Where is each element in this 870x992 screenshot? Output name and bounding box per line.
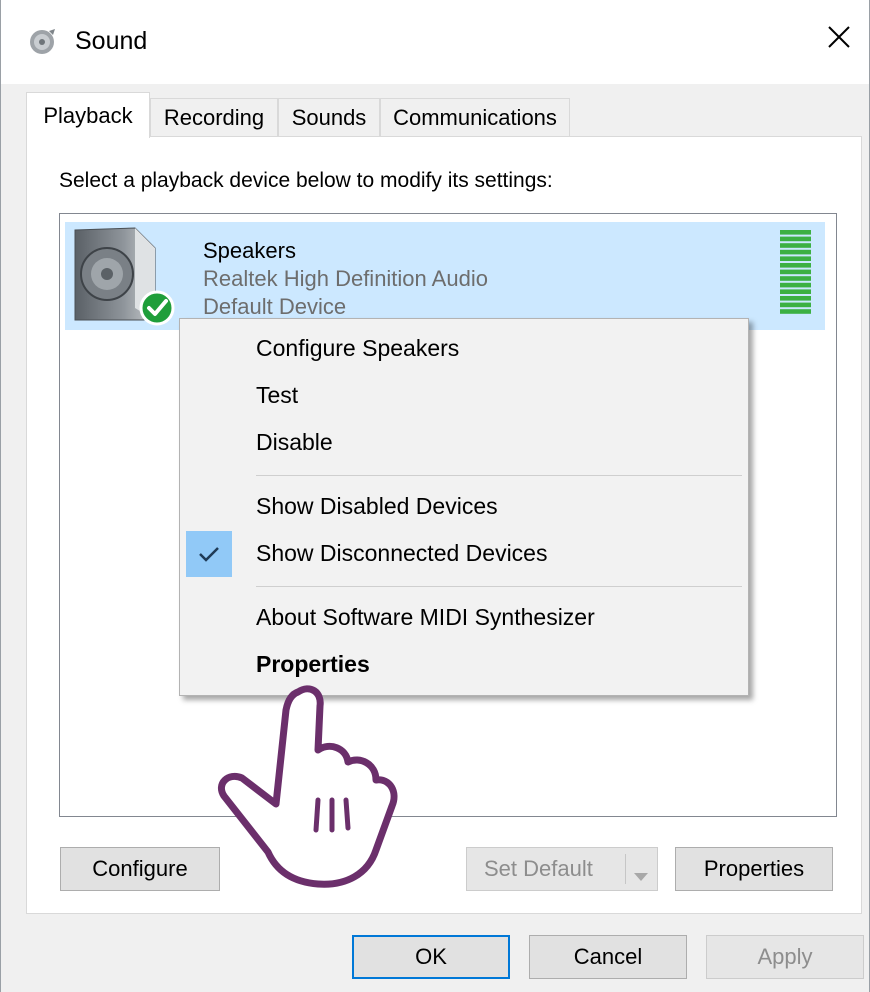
- menu-separator: [256, 475, 742, 476]
- set-default-button[interactable]: Set Default: [466, 847, 658, 891]
- instruction-text: Select a playback device below to modify…: [59, 169, 553, 192]
- configure-button[interactable]: Configure: [60, 847, 220, 891]
- menu-item-test[interactable]: Test: [256, 382, 298, 409]
- window-title: Sound: [75, 27, 148, 55]
- menu-item-properties[interactable]: Properties: [256, 651, 370, 678]
- checkmark-icon: [186, 531, 232, 577]
- meter-segment: [780, 263, 811, 268]
- speaker-icon: [69, 224, 181, 330]
- close-icon: [827, 25, 851, 54]
- context-menu: Configure Speakers Test Disable Show Dis…: [179, 318, 749, 696]
- meter-segment: [780, 282, 811, 288]
- volume-level-meter: [780, 230, 811, 314]
- menu-item-configure-speakers[interactable]: Configure Speakers: [256, 335, 459, 362]
- tab-sounds[interactable]: Sounds: [278, 98, 380, 136]
- cancel-button[interactable]: Cancel: [529, 935, 687, 979]
- title-bar: Sound: [1, 0, 869, 84]
- tab-communications[interactable]: Communications: [380, 98, 570, 136]
- close-button[interactable]: [809, 10, 869, 68]
- device-status: Default Device: [203, 294, 347, 319]
- speaker-sound-icon: [27, 27, 57, 57]
- meter-segment: [780, 249, 811, 255]
- device-row-speakers[interactable]: Speakers Realtek High Definition Audio D…: [65, 222, 825, 330]
- meter-segment: [780, 296, 811, 301]
- set-default-label: Set Default: [484, 856, 593, 881]
- apply-button[interactable]: Apply: [706, 935, 864, 979]
- menu-item-about-midi-synthesizer[interactable]: About Software MIDI Synthesizer: [256, 604, 595, 631]
- meter-segment: [780, 230, 811, 235]
- meter-segment: [780, 309, 811, 314]
- sound-dialog: Sound Playback Recording Sounds Communic…: [0, 0, 870, 992]
- properties-button[interactable]: Properties: [675, 847, 833, 891]
- device-driver: Realtek High Definition Audio: [203, 266, 488, 291]
- menu-separator: [256, 586, 742, 587]
- menu-item-disable[interactable]: Disable: [256, 429, 333, 456]
- split-divider: [625, 854, 626, 884]
- meter-segment: [780, 256, 811, 261]
- chevron-down-icon: [633, 863, 649, 889]
- meter-segment: [780, 269, 811, 275]
- meter-segment: [780, 276, 811, 281]
- meter-segment: [780, 236, 811, 242]
- meter-segment: [780, 243, 811, 248]
- device-name: Speakers: [203, 238, 296, 263]
- meter-segment: [780, 302, 811, 308]
- menu-item-show-disabled-devices[interactable]: Show Disabled Devices: [256, 493, 498, 520]
- ok-button[interactable]: OK: [352, 935, 510, 979]
- meter-segment: [780, 289, 811, 294]
- default-check-icon: [139, 290, 175, 326]
- menu-item-show-disconnected-devices[interactable]: Show Disconnected Devices: [256, 540, 547, 567]
- tab-recording[interactable]: Recording: [150, 98, 278, 136]
- tab-playback[interactable]: Playback: [26, 92, 150, 138]
